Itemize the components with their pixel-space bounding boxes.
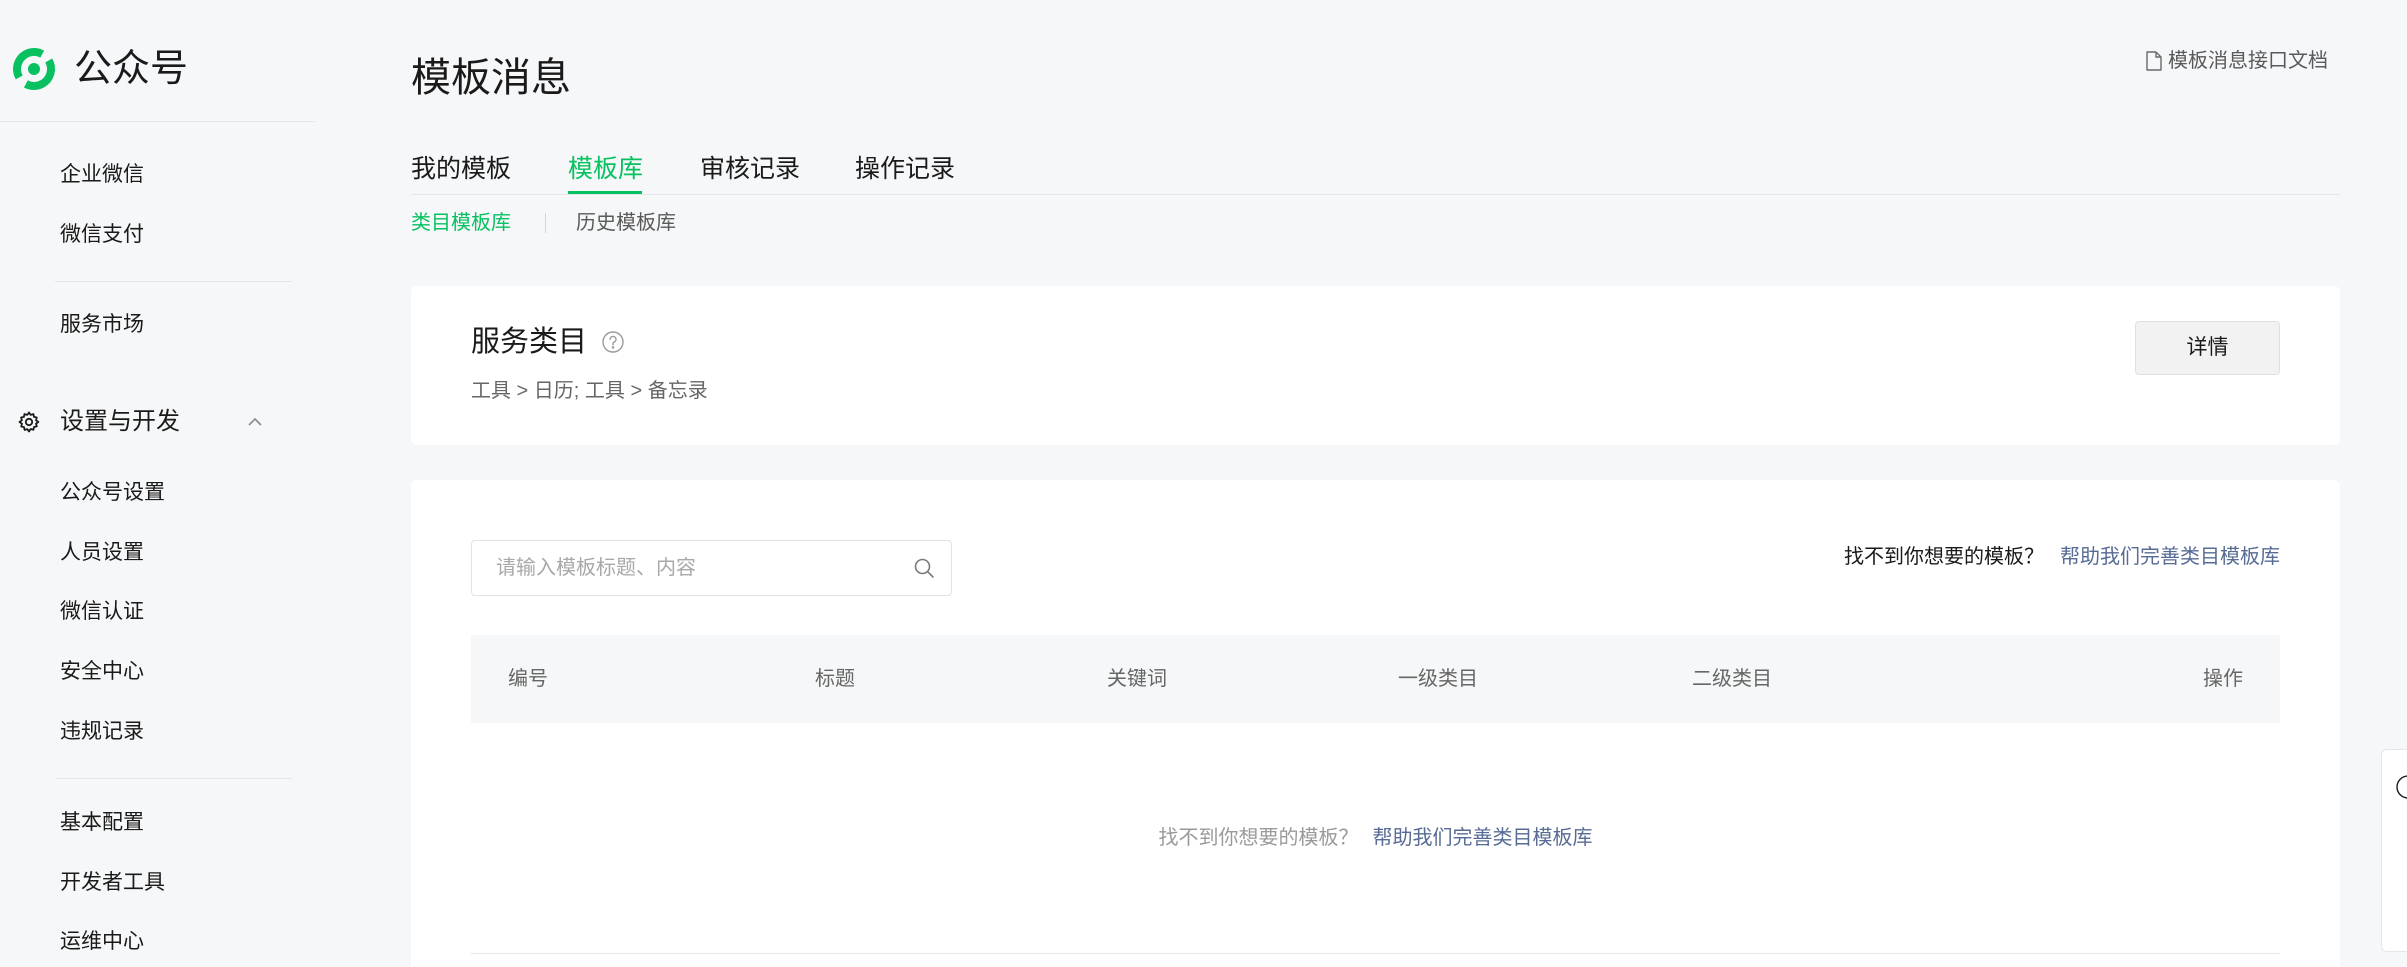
improve-library-link[interactable]: 帮助我们完善类目模板库 (2060, 542, 2280, 572)
search-box (471, 540, 952, 596)
sidebar-section-settings-dev[interactable]: 设置与开发 (60, 405, 180, 439)
sidebar-item-account-settings[interactable]: 公众号设置 (60, 478, 165, 508)
search-icon[interactable] (913, 557, 935, 579)
chevron-up-icon[interactable] (246, 413, 264, 431)
template-library-card: 找不到你想要的模板？ 帮助我们完善类目模板库 编号 标题 关键词 一级类目 二级… (411, 480, 2340, 967)
service-category-card: 服务类目 工具 > 日历; 工具 > 备忘录 详情 (411, 286, 2340, 445)
table-bottom-border (471, 953, 2280, 954)
sidebar-header-divider (0, 121, 315, 122)
sidebar-divider (55, 778, 292, 779)
info-circle-icon (2395, 774, 2407, 800)
tabs-divider (411, 194, 2340, 195)
brand-name: 公众号 (74, 48, 189, 90)
sidebar-item-member-settings[interactable]: 人员设置 (60, 538, 144, 568)
help-prompt: 找不到你想要的模板？ 帮助我们完善类目模板库 (1844, 542, 2280, 572)
api-doc-link-label: 模板消息接口文档 (2168, 50, 2328, 72)
service-category-list: 工具 > 日历; 工具 > 备忘录 (471, 380, 708, 402)
sidebar-item-wechat-pay[interactable]: 微信支付 (60, 220, 144, 250)
gear-icon (17, 410, 41, 434)
tab-template-library[interactable]: 模板库 (568, 151, 643, 187)
question-circle-icon[interactable] (601, 330, 625, 354)
column-header-id: 编号 (508, 668, 548, 690)
active-tab-indicator (568, 191, 642, 194)
sidebar-item-violation-records[interactable]: 违规记录 (60, 717, 144, 747)
document-icon (2146, 51, 2162, 71)
empty-state-question: 找不到你想要的模板？ (1158, 827, 1359, 849)
sidebar-item-wechat-verification[interactable]: 微信认证 (60, 597, 144, 627)
sidebar-item-developer-tools[interactable]: 开发者工具 (60, 868, 165, 898)
sidebar-divider (55, 281, 292, 282)
sidebar-item-ops-center[interactable]: 运维中心 (60, 927, 144, 957)
sidebar: 公众号 企业微信 微信支付 服务市场 设置与开发 公众号设置 人员设置 微信认证… (0, 0, 315, 967)
column-header-primary-category: 一级类目 (1398, 668, 1478, 690)
tab-my-templates[interactable]: 我的模板 (411, 151, 511, 187)
sidebar-item-security-center[interactable]: 安全中心 (60, 657, 144, 687)
search-input[interactable] (472, 541, 892, 595)
column-header-title: 标题 (815, 668, 855, 690)
subtab-history-library[interactable]: 历史模板库 (576, 209, 676, 237)
sidebar-item-enterprise-wechat[interactable]: 企业微信 (60, 160, 144, 190)
tab-operation-records[interactable]: 操作记录 (855, 151, 955, 187)
service-category-title: 服务类目 (471, 326, 588, 358)
details-button[interactable]: 详情 (2135, 321, 2280, 375)
page-title: 模板消息 (411, 56, 571, 100)
floating-feedback-widget[interactable] (2381, 749, 2407, 952)
tab-review-records[interactable]: 审核记录 (700, 151, 800, 187)
table-header: 编号 标题 关键词 一级类目 二级类目 操作 (471, 635, 2280, 723)
column-header-secondary-category: 二级类目 (1692, 668, 1772, 690)
empty-state-improve-link[interactable]: 帮助我们完善类目模板库 (1373, 827, 1593, 849)
column-header-actions: 操作 (2203, 668, 2243, 690)
api-doc-link[interactable]: 模板消息接口文档 (2146, 47, 2328, 75)
help-prompt-question: 找不到你想要的模板？ (1844, 546, 2044, 568)
wechat-official-account-logo-icon[interactable] (10, 45, 58, 93)
sidebar-item-service-market[interactable]: 服务市场 (60, 310, 144, 340)
sidebar-item-basic-config[interactable]: 基本配置 (60, 808, 144, 838)
table-empty-state: 找不到你想要的模板？ 帮助我们完善类目模板库 (471, 723, 2280, 953)
subtab-separator (545, 213, 546, 233)
column-header-keywords: 关键词 (1107, 668, 1167, 690)
subtab-category-library[interactable]: 类目模板库 (411, 209, 511, 237)
